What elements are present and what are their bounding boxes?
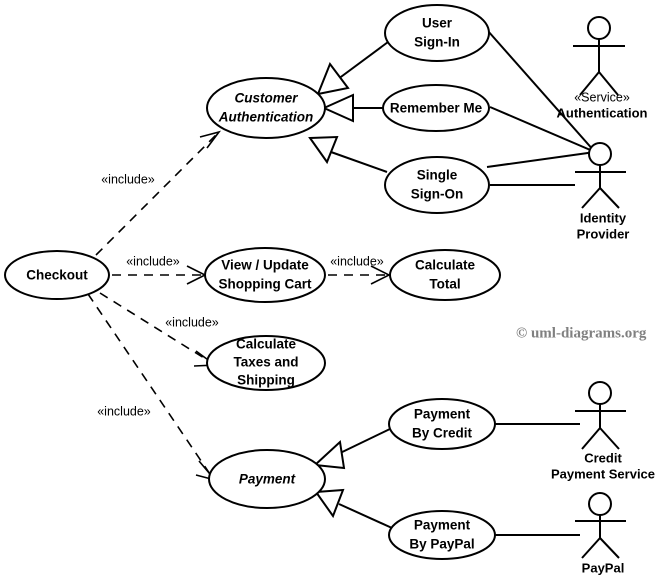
include-label-checkout-taxes: «include» xyxy=(165,315,219,329)
actor-leg-left-credit-payment-service xyxy=(581,427,601,450)
actor-name-credit-payment-service-line2: Payment Service xyxy=(551,466,655,481)
actor-name-paypal: PayPal xyxy=(582,560,625,575)
generalization-line-credit xyxy=(335,427,393,456)
actor-authentication[interactable]: «Service» Authentication xyxy=(557,16,648,120)
generalization-line-sso xyxy=(330,151,388,173)
include-label-checkout-authentication: «include» xyxy=(101,172,155,186)
include-cart-to-total: «include» xyxy=(328,254,391,285)
copyright-notice: © uml-diagrams.org xyxy=(516,325,647,341)
actor-leg-right-paypal xyxy=(599,537,620,559)
use-case-calculate-total[interactable]: Calculate Total xyxy=(389,249,501,301)
generalization-remember-to-authentication xyxy=(321,93,383,123)
use-case-label-payment-paypal-line1: Payment xyxy=(414,518,471,533)
include-checkout-to-cart: «include» xyxy=(112,254,207,285)
use-case-payment[interactable]: Payment xyxy=(208,449,326,509)
use-case-label-cart-line2: Shopping Cart xyxy=(219,277,312,292)
use-case-user-signin[interactable]: User Sign-In xyxy=(384,4,490,62)
actor-paypal[interactable]: PayPal xyxy=(575,492,626,575)
use-case-label-payment: Payment xyxy=(239,472,296,487)
use-case-remember-me[interactable]: Remember Me xyxy=(382,84,490,132)
generalization-signin-to-authentication xyxy=(316,41,389,96)
use-case-label-taxes-line1: Calculate xyxy=(236,337,297,352)
generalization-paypal-to-payment xyxy=(314,488,393,529)
use-case-label-single-signon-line2: Sign-On xyxy=(411,187,464,202)
actor-leg-left-paypal xyxy=(581,537,601,559)
include-arrowhead-checkout-authentication xyxy=(199,130,222,149)
generalization-sso-to-authentication xyxy=(308,135,388,173)
use-case-label-single-signon-line1: Single xyxy=(417,168,458,183)
uml-use-case-diagram: «include» «include» «include» «include» … xyxy=(0,0,660,577)
actor-name-authentication: Authentication xyxy=(557,105,648,120)
use-case-label-calculate-total-line1: Calculate xyxy=(415,258,476,273)
generalization-arrowhead-paypal xyxy=(314,488,345,519)
generalization-arrowhead-remember xyxy=(321,93,354,123)
generalization-arrowhead-signin xyxy=(316,61,350,96)
use-case-ellipse-single-signon[interactable] xyxy=(384,156,490,214)
use-case-label-calculate-total-line2: Total xyxy=(429,277,460,292)
include-line-checkout-authentication xyxy=(95,134,217,256)
actor-head-icon-paypal xyxy=(588,492,612,516)
generalization-arrowhead-credit xyxy=(312,439,346,470)
use-case-ellipse-customer-authentication[interactable] xyxy=(206,77,326,139)
use-case-label-checkout: Checkout xyxy=(26,268,88,283)
actor-leg-right-credit-payment-service xyxy=(599,427,620,450)
include-checkout-to-authentication: «include» xyxy=(95,130,222,256)
actor-head-icon-identity-provider xyxy=(588,142,612,166)
use-case-label-payment-paypal-line2: By PayPal xyxy=(409,537,474,552)
use-case-label-user-signin-line1: User xyxy=(422,16,453,31)
generalization-credit-to-payment xyxy=(312,427,393,470)
actor-leg-right-identity-provider xyxy=(599,187,620,209)
actor-name-identity-provider-line1: Identity xyxy=(580,210,627,225)
actor-identity-provider[interactable]: Identity Provider xyxy=(575,142,630,241)
use-case-payment-by-paypal[interactable]: Payment By PayPal xyxy=(388,510,496,560)
include-label-cart-total: «include» xyxy=(330,254,384,268)
use-case-label-customer-authentication-line2: Authentication xyxy=(218,110,314,125)
use-case-payment-by-credit[interactable]: Payment By Credit xyxy=(388,398,496,450)
actor-leg-left-identity-provider xyxy=(581,187,601,209)
use-case-label-customer-authentication-line1: Customer xyxy=(234,91,298,106)
use-case-label-remember-me: Remember Me xyxy=(390,101,483,116)
actor-head-icon-credit-payment-service xyxy=(588,381,612,405)
use-case-checkout[interactable]: Checkout xyxy=(4,250,110,300)
use-case-label-user-signin-line2: Sign-In xyxy=(414,35,460,50)
actor-name-identity-provider-line2: Provider xyxy=(577,226,630,241)
use-case-single-signon[interactable]: Single Sign-On xyxy=(384,156,490,214)
generalization-arrowhead-sso xyxy=(308,135,339,165)
use-case-label-taxes-line3: Shipping xyxy=(237,373,295,388)
use-case-customer-authentication[interactable]: Customer Authentication xyxy=(206,77,326,139)
association-line-sso-authentication xyxy=(486,151,596,168)
use-case-label-cart-line1: View / Update xyxy=(221,258,309,273)
actor-credit-payment-service[interactable]: Credit Payment Service xyxy=(551,381,655,481)
include-relationships: «include» «include» «include» «include» … xyxy=(87,130,391,482)
use-case-calculate-taxes-shipping[interactable]: Calculate Taxes and Shipping xyxy=(206,335,326,391)
actor-head-icon-authentication xyxy=(587,16,611,40)
generalization-line-paypal xyxy=(338,503,393,529)
actor-name-credit-payment-service-line1: Credit xyxy=(584,450,622,465)
include-label-checkout-payment: «include» xyxy=(97,404,151,418)
use-case-ellipse-view-update-shopping-cart[interactable] xyxy=(204,247,326,303)
use-case-label-taxes-line2: Taxes and xyxy=(233,355,298,370)
use-case-ellipse-user-signin[interactable] xyxy=(384,4,490,62)
use-case-label-payment-credit-line1: Payment xyxy=(414,407,471,422)
diagram-canvas: «include» «include» «include» «include» … xyxy=(4,4,655,575)
include-label-checkout-cart: «include» xyxy=(126,254,180,268)
use-case-label-payment-credit-line2: By Credit xyxy=(412,426,473,441)
include-checkout-to-taxes: «include» xyxy=(99,292,219,367)
use-case-view-update-shopping-cart[interactable]: View / Update Shopping Cart xyxy=(204,247,326,303)
actor-stereotype-authentication: «Service» xyxy=(574,90,630,104)
